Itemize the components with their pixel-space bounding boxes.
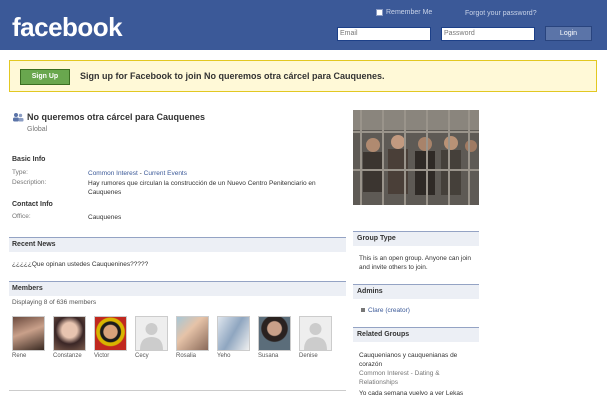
group-type-label: Group Type: [357, 235, 396, 242]
member-name[interactable]: Victor: [94, 353, 127, 359]
member-item[interactable]: Rosalia: [176, 316, 209, 359]
remember-me[interactable]: Remember Me: [376, 9, 432, 16]
remember-checkbox[interactable]: [376, 9, 383, 16]
login-button[interactable]: Login: [545, 26, 592, 41]
signup-banner-text: Sign up for Facebook to join No queremos…: [80, 71, 385, 81]
member-name[interactable]: Rosalia: [176, 353, 209, 359]
member-photo[interactable]: [53, 316, 86, 351]
email-field[interactable]: Email: [337, 27, 431, 41]
member-photo[interactable]: [217, 316, 250, 351]
recent-news-text: ¿¿¿¿¿Que opinan ustedes Cauquenines?????: [12, 261, 149, 268]
recent-news-label: Recent News: [12, 241, 56, 248]
admins-header: Admins: [353, 284, 479, 299]
group-icon: [12, 112, 24, 122]
group-title-text: No queremos otra cárcel para Cauquenes: [27, 112, 206, 122]
admins-label: Admins: [357, 288, 383, 295]
related-groups-label: Related Groups: [357, 331, 410, 338]
members-header: Members: [9, 281, 346, 296]
member-item[interactable]: Denise: [299, 316, 332, 359]
description-value: Hay rumores que circulan la construcción…: [88, 180, 316, 196]
member-name[interactable]: Rene: [12, 353, 45, 359]
group-cover-photo[interactable]: [353, 110, 479, 205]
member-name[interactable]: Yeho: [217, 353, 250, 359]
type-link-common-interest[interactable]: Common Interest: [88, 170, 138, 177]
members-label: Members: [12, 285, 43, 292]
basic-info-heading: Basic Info: [12, 156, 46, 163]
group-type-header: Group Type: [353, 231, 479, 246]
member-photo[interactable]: [12, 316, 45, 351]
member-photo[interactable]: [176, 316, 209, 351]
member-photo[interactable]: [94, 316, 127, 351]
page-title: No queremos otra cárcel para Cauquenes: [12, 112, 205, 122]
related-group-link[interactable]: Cauquenianos y cauquenianas de corazón: [359, 351, 477, 369]
office-label: Office:: [12, 213, 31, 220]
admin-item: Clare (creator): [361, 307, 410, 314]
forgot-password-link[interactable]: Forgot your password?: [465, 10, 537, 17]
member-name[interactable]: Constanze: [53, 353, 86, 359]
type-link-current-events[interactable]: Current Events: [144, 170, 187, 177]
member-item[interactable]: Yeho: [217, 316, 250, 359]
group-type-text: This is an open group. Anyone can join a…: [359, 255, 472, 271]
description-label: Description:: [12, 179, 47, 186]
related-group-category: Common Interest - Dating & Relationships: [359, 370, 440, 386]
remember-label: Remember Me: [386, 9, 433, 16]
member-photo[interactable]: [299, 316, 332, 351]
member-item[interactable]: Constanze: [53, 316, 86, 359]
top-bar: facebook Remember Me Forgot your passwor…: [0, 0, 607, 50]
type-value: Common Interest - Current Events: [88, 169, 348, 178]
member-photo[interactable]: [135, 316, 168, 351]
section-divider: [9, 390, 346, 391]
group-scope: Global: [27, 126, 48, 133]
bullet-icon: [361, 308, 365, 313]
member-name[interactable]: Susana: [258, 353, 291, 359]
facebook-logo[interactable]: facebook: [12, 12, 123, 43]
signup-banner: Sign Up Sign up for Facebook to join No …: [9, 60, 597, 92]
member-item[interactable]: Cecy: [135, 316, 168, 359]
member-name[interactable]: Denise: [299, 353, 332, 359]
contact-info-heading: Contact Info: [12, 201, 53, 208]
member-name[interactable]: Cecy: [135, 353, 168, 359]
admin-name[interactable]: Clare (creator): [368, 307, 410, 314]
member-item[interactable]: Susana: [258, 316, 291, 359]
signup-button[interactable]: Sign Up: [20, 69, 70, 85]
type-label: Type:: [12, 169, 28, 176]
related-group-link[interactable]: Yo cada semana vuelvo a ver Lekas: [359, 389, 477, 398]
member-photo[interactable]: [258, 316, 291, 351]
member-item[interactable]: Rene: [12, 316, 45, 359]
related-groups-header: Related Groups: [353, 327, 479, 342]
office-value: Cauquenes: [88, 214, 122, 221]
members-count: Displaying 8 of 636 members: [12, 299, 97, 306]
member-item[interactable]: Victor: [94, 316, 127, 359]
recent-news-header: Recent News: [9, 237, 346, 252]
password-field[interactable]: Password: [441, 27, 535, 41]
